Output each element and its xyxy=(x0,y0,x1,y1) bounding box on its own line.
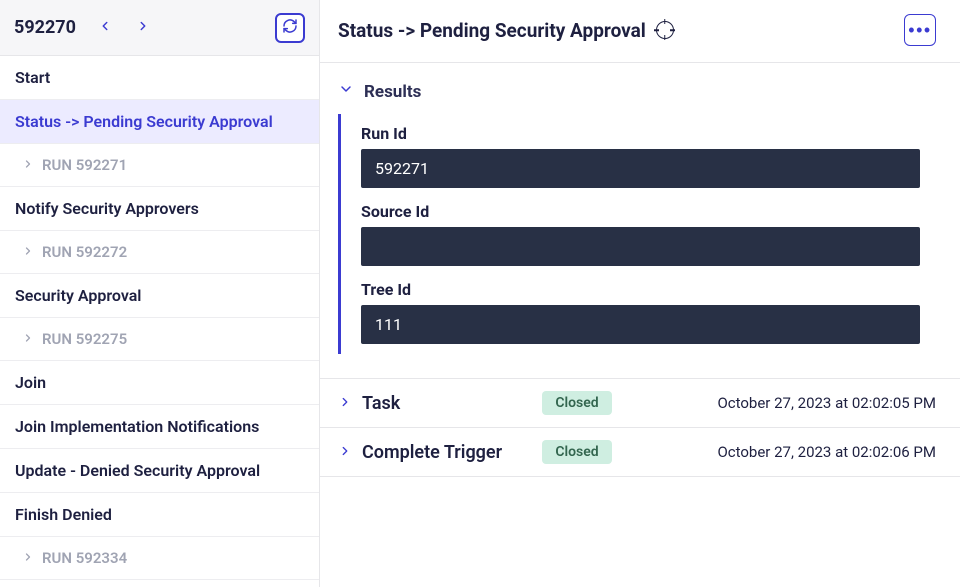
chevron-left-icon xyxy=(98,19,112,36)
refresh-button[interactable] xyxy=(275,13,305,43)
chevron-down-icon xyxy=(338,81,354,102)
results-body: Run Id 592271 Source Id Tree Id 111 xyxy=(338,114,938,354)
sidebar-item-step[interactable]: Security Approval xyxy=(0,274,319,318)
main-header: Status -> Pending Security Approval ••• xyxy=(320,0,960,63)
status-badge: Closed xyxy=(542,391,612,415)
more-button[interactable]: ••• xyxy=(904,14,936,46)
refresh-icon xyxy=(282,18,298,37)
sidebar-item-label: Status -> Pending Security Approval xyxy=(15,112,273,131)
sidebar-item-label: Join Implementation Notifications xyxy=(15,417,259,436)
event-row[interactable]: Task Closed October 27, 2023 at 02:02:05 P… xyxy=(320,379,960,428)
field-tree-id: Tree Id 111 xyxy=(361,280,920,344)
event-label: Task xyxy=(362,393,532,414)
event-row[interactable]: Complete Trigger Closed October 27, 2023 a… xyxy=(320,428,960,477)
sidebar-item-run[interactable]: RUN 592271 xyxy=(0,144,319,187)
main-panel: Status -> Pending Security Approval ••• … xyxy=(320,0,960,587)
sidebar-item-label: Update - Denied Security Approval xyxy=(15,461,260,480)
sidebar-item-step[interactable]: Update - Denied Security Approval xyxy=(0,449,319,493)
chevron-right-icon xyxy=(22,156,34,174)
sidebar-item-step[interactable]: Status -> Pending Security Approval xyxy=(0,100,319,144)
sidebar-item-step[interactable]: Join xyxy=(0,361,319,405)
field-source-id-value[interactable] xyxy=(361,227,920,266)
chevron-right-icon xyxy=(136,19,150,36)
sidebar-item-run[interactable]: RUN 592275 xyxy=(0,318,319,361)
page-title: Status -> Pending Security Approval xyxy=(338,19,646,42)
status-badge: Closed xyxy=(542,440,612,464)
field-run-id-value[interactable]: 592271 xyxy=(361,149,920,188)
sidebar-item-label: Finish Denied xyxy=(15,505,112,524)
field-run-id: Run Id 592271 xyxy=(361,124,920,188)
results-toggle[interactable]: Results xyxy=(338,81,938,102)
chevron-right-icon xyxy=(22,330,34,348)
sidebar-item-step[interactable]: Join Implementation Notifications xyxy=(0,405,319,449)
field-source-id-label: Source Id xyxy=(361,202,920,221)
results-section: Results Run Id 592271 Source Id Tree Id … xyxy=(320,63,960,362)
field-tree-id-value[interactable]: 111 xyxy=(361,305,920,344)
event-timestamp: October 27, 2023 at 02:02:05 PM xyxy=(717,394,936,412)
run-id-title: 592270 xyxy=(14,17,76,38)
sidebar-item-label: Join xyxy=(15,373,46,392)
sidebar-item-step[interactable]: Start xyxy=(0,56,319,100)
sidebar-item-step[interactable]: Finish Denied xyxy=(0,493,319,537)
field-tree-id-label: Tree Id xyxy=(361,280,920,299)
chevron-right-icon xyxy=(22,243,34,261)
sidebar-item-run[interactable]: RUN 592334 xyxy=(0,537,319,580)
prev-button[interactable] xyxy=(90,13,120,43)
sidebar-item-run[interactable]: RUN 592272 xyxy=(0,231,319,274)
chevron-right-icon xyxy=(338,394,352,413)
nav-arrows xyxy=(90,13,158,43)
chevron-right-icon xyxy=(338,443,352,462)
sidebar-item-label: RUN 592334 xyxy=(42,549,127,567)
event-label: Complete Trigger xyxy=(362,442,532,463)
sidebar-item-label: RUN 592272 xyxy=(42,243,127,261)
results-heading: Results xyxy=(364,82,421,102)
field-source-id: Source Id xyxy=(361,202,920,266)
sidebar-header: 592270 xyxy=(0,0,319,56)
field-run-id-label: Run Id xyxy=(361,124,920,143)
sidebar-item-label: Start xyxy=(15,68,50,87)
sidebar-item-label: Security Approval xyxy=(15,286,141,305)
target-icon[interactable] xyxy=(656,21,674,39)
chevron-right-icon xyxy=(22,549,34,567)
sidebar-item-label: Notify Security Approvers xyxy=(15,199,199,218)
sidebar-list: Start Status -> Pending Security Approval… xyxy=(0,56,319,587)
event-rows: Task Closed October 27, 2023 at 02:02:05 P… xyxy=(320,378,960,477)
sidebar: 592270 Sta xyxy=(0,0,320,587)
event-timestamp: October 27, 2023 at 02:02:06 PM xyxy=(717,443,936,461)
sidebar-item-label: RUN 592275 xyxy=(42,330,127,348)
next-button[interactable] xyxy=(128,13,158,43)
sidebar-item-step[interactable]: Notify Security Approvers xyxy=(0,187,319,231)
sidebar-item-label: RUN 592271 xyxy=(42,156,127,174)
